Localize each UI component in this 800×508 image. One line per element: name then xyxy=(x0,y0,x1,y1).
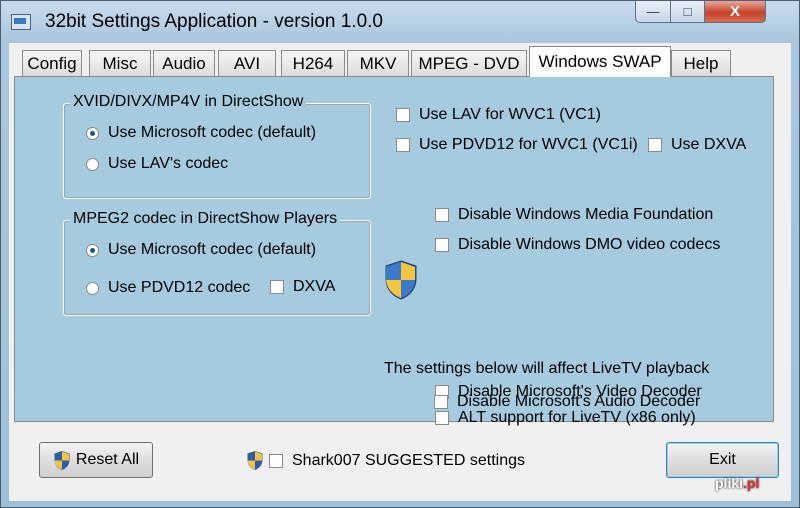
checkbox-box xyxy=(435,411,449,425)
tab-windows-swap[interactable]: Windows SWAP xyxy=(529,46,671,77)
app-window: 32bit Settings Application - version 1.0… xyxy=(0,0,800,508)
xvid-group: XVID/DIVX/MP4V in DirectShow Use Microso… xyxy=(63,93,371,199)
reset-all-label: Reset All xyxy=(75,451,140,468)
tab-config[interactable]: Config xyxy=(22,50,82,76)
tab-avi[interactable]: AVI xyxy=(218,50,276,76)
mpeg2-pdvd-radio[interactable]: Use PDVD12 codec xyxy=(86,279,250,297)
checkbox-label: Use DXVA xyxy=(671,136,747,153)
radio-selected-indicator xyxy=(86,126,99,140)
close-button[interactable]: X xyxy=(704,1,766,23)
checkbox-label: Use PDVD12 for WVC1 (VC1i) xyxy=(419,136,638,153)
lav-wvc1-checkbox[interactable]: Use LAV for WVC1 (VC1) xyxy=(396,106,601,124)
checkbox-label: DXVA xyxy=(293,278,336,295)
windows-swap-panel: XVID/DIVX/MP4V in DirectShow Use Microso… xyxy=(14,76,774,426)
radio-label: Use Microsoft codec (default) xyxy=(108,241,317,258)
mpeg2-microsoft-radio[interactable]: Use Microsoft codec (default) xyxy=(86,241,316,259)
checkbox-label: Disable Microsoft's Audio Decoder xyxy=(457,393,701,410)
tab-misc[interactable]: Misc xyxy=(89,50,151,76)
xvid-microsoft-radio[interactable]: Use Microsoft codec (default) xyxy=(86,124,316,142)
client-area: Config Misc Audio AVI H264 MKV MPEG - DV… xyxy=(9,43,791,501)
xvid-lav-radio[interactable]: Use LAV's codec xyxy=(86,155,228,173)
exit-button[interactable]: Exit xyxy=(666,442,779,478)
tab-help[interactable]: Help xyxy=(671,50,731,76)
checkbox-box xyxy=(435,238,449,252)
checkbox-box xyxy=(648,138,662,152)
title-bar[interactable]: 32bit Settings Application - version 1.0… xyxy=(1,1,799,43)
checkbox-box xyxy=(396,108,410,122)
pdvd-wvc1-checkbox[interactable]: Use PDVD12 for WVC1 (VC1i) xyxy=(396,136,638,154)
uac-shield-icon xyxy=(385,260,417,300)
radio-label: Use PDVD12 codec xyxy=(108,279,251,296)
watermark-logo: pliki.pl xyxy=(715,475,759,491)
tab-mkv[interactable]: MKV xyxy=(347,50,409,76)
checkbox-box xyxy=(269,453,283,468)
uac-shield-icon xyxy=(247,451,263,470)
use-dxva-checkbox[interactable]: Use DXVA xyxy=(648,136,746,154)
radio-indicator xyxy=(86,157,99,171)
tab-mpeg-dvd[interactable]: MPEG - DVD xyxy=(411,50,527,76)
checkbox-label: ALT support for LiveTV (x86 only) xyxy=(458,409,696,426)
disable-wmf-checkbox[interactable]: Disable Windows Media Foundation xyxy=(435,206,713,224)
alt-support-checkbox[interactable]: ALT support for LiveTV (x86 only) xyxy=(435,409,696,427)
checkbox-box xyxy=(435,208,449,222)
tab-h264[interactable]: H264 xyxy=(281,50,345,76)
mpeg2-group-label: MPEG2 codec in DirectShow Players xyxy=(70,210,341,228)
livetv-heading: The settings below will affect LiveTV pl… xyxy=(384,360,710,377)
radio-label: Use Microsoft codec (default) xyxy=(108,124,317,141)
xvid-group-label: XVID/DIVX/MP4V in DirectShow xyxy=(70,93,307,111)
checkbox-box xyxy=(434,395,448,409)
checkbox-label: Shark007 SUGGESTED settings xyxy=(292,451,525,469)
tab-audio[interactable]: Audio xyxy=(153,50,215,76)
radio-selected-indicator xyxy=(86,243,99,257)
checkbox-box xyxy=(270,280,284,294)
checkbox-label: Use LAV for WVC1 (VC1) xyxy=(419,106,601,123)
watermark-suffix: .pl xyxy=(743,475,760,491)
radio-indicator xyxy=(86,281,99,295)
reset-all-button[interactable]: Reset All xyxy=(39,442,153,478)
minimize-button[interactable]: — xyxy=(635,1,671,23)
mpeg2-group: MPEG2 codec in DirectShow Players Use Mi… xyxy=(63,210,371,316)
disable-audio-decoder-checkbox[interactable]: Disable Microsoft's Audio Decoder xyxy=(434,393,700,411)
checkbox-label: Disable Windows Media Foundation xyxy=(458,206,714,223)
checkbox-label: Disable Windows DMO video codecs xyxy=(458,236,721,253)
uac-shield-icon xyxy=(54,450,70,470)
mpeg2-dxva-checkbox[interactable]: DXVA xyxy=(270,278,335,296)
radio-label: Use LAV's codec xyxy=(108,155,229,172)
suggested-settings-checkbox[interactable]: Shark007 SUGGESTED settings xyxy=(246,450,525,471)
disable-dmo-checkbox[interactable]: Disable Windows DMO video codecs xyxy=(435,236,720,254)
maximize-button[interactable]: □ xyxy=(670,1,705,23)
app-icon xyxy=(11,14,31,30)
window-title: 32bit Settings Application - version 1.0… xyxy=(45,11,383,32)
checkbox-box xyxy=(396,138,410,152)
watermark-text: pliki xyxy=(715,475,744,491)
